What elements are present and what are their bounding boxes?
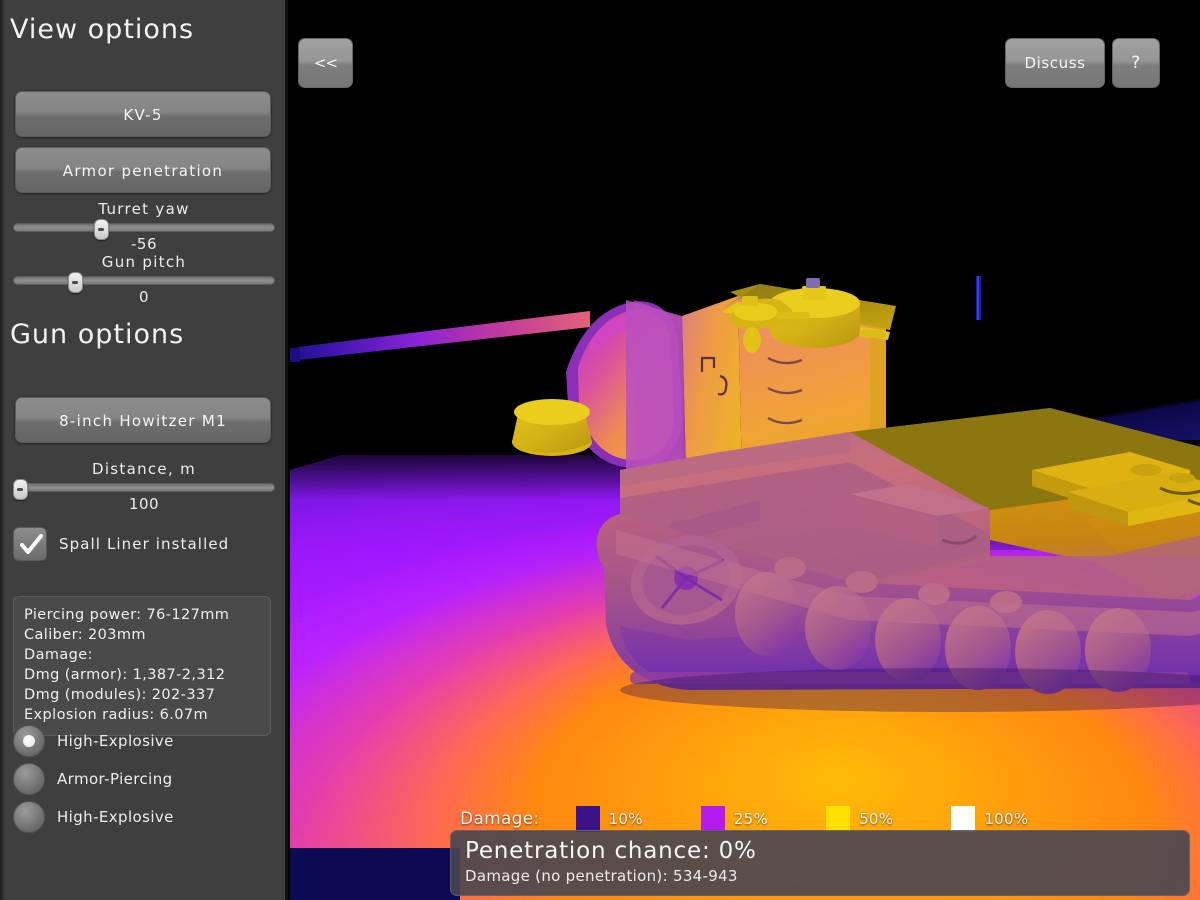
radio-armor-piercing[interactable] (13, 763, 45, 795)
distance-label: Distance, m (91, 460, 197, 478)
legend-item: 25% (700, 806, 816, 832)
legend-label-10: 10% (608, 810, 643, 828)
info-dmg-armor: Dmg (armor): 1,387-2,312 (24, 667, 226, 683)
damage-legend: Damage: 10% 25% 50% 100% (460, 805, 1038, 833)
info-piercing-power: Piercing power: 76-127mm (24, 607, 230, 623)
turret-yaw-knob[interactable] (93, 219, 109, 240)
shell-type-option-he1[interactable]: High-Explosive (13, 725, 174, 757)
radio-high-explosive-1[interactable] (13, 725, 45, 757)
check-icon (20, 534, 43, 554)
legend-item: 10% (575, 806, 691, 832)
shell-type-option-ap[interactable]: Armor-Piercing (13, 763, 173, 795)
help-button[interactable]: ? (1112, 38, 1160, 88)
legend-label-100: 100% (984, 810, 1029, 828)
gun-pitch-label: Gun pitch (101, 253, 187, 271)
legend-swatch-25 (700, 806, 725, 832)
gun-options-title: Gun options (10, 319, 185, 350)
radio-high-explosive-2[interactable] (13, 801, 45, 833)
gun-info-box: Piercing power: 76-127mm Caliber: 203mm … (13, 596, 271, 736)
info-explosion-radius: Explosion radius: 6.07m (24, 707, 209, 723)
shell-type-option-he2[interactable]: High-Explosive (13, 801, 174, 833)
distance-value: 100 (128, 495, 160, 513)
tank-model-kv5[interactable] (290, 0, 1200, 900)
legend-label-25: 25% (733, 810, 769, 828)
radio-label-he-1: High-Explosive (57, 732, 174, 750)
spall-liner-checkbox[interactable] (13, 527, 47, 561)
hull-mg-turret (512, 399, 592, 456)
options-sidebar: View options KV-5 Armor penetration Turr… (0, 0, 288, 900)
damage-no-penetration-text: Damage (no penetration): 534-943 (465, 867, 738, 885)
3d-viewport[interactable] (290, 0, 1200, 900)
back-button[interactable]: << (298, 38, 353, 88)
distance-slider[interactable] (13, 479, 275, 500)
spall-liner-label: Spall Liner installed (59, 535, 230, 553)
info-caliber: Caliber: 203mm (24, 627, 146, 643)
info-dmg-modules: Dmg (modules): 202-337 (24, 687, 216, 703)
result-panel: Penetration chance: 0% Damage (no penetr… (450, 830, 1190, 896)
turret-yaw-label: Turret yaw (98, 200, 190, 218)
legend-title: Damage: (460, 809, 540, 829)
navy-corner-block (290, 848, 460, 900)
radio-label-he-2: High-Explosive (57, 808, 174, 826)
view-options-title: View options (10, 14, 195, 45)
mode-select-button[interactable]: Armor penetration (15, 147, 271, 193)
turret-yaw-control: Turret yaw -56 (13, 200, 275, 253)
legend-swatch-100 (951, 806, 976, 832)
gun-barrel (290, 311, 590, 362)
radio-antenna (976, 276, 981, 320)
info-damage-header: Damage: (24, 647, 93, 663)
legend-label-50: 50% (859, 810, 894, 828)
discuss-button[interactable]: Discuss (1005, 38, 1105, 88)
turret-yaw-slider[interactable] (13, 219, 275, 240)
gun-pitch-control: Gun pitch 0 (13, 253, 275, 306)
legend-item: 100% (951, 806, 1028, 832)
distance-knob[interactable] (13, 479, 29, 500)
gun-select-button[interactable]: 8-inch Howitzer M1 (15, 397, 271, 443)
distance-control: Distance, m 100 (13, 460, 275, 513)
gun-pitch-knob[interactable] (67, 272, 83, 293)
penetration-chance-text: Penetration chance: 0% (465, 838, 757, 864)
legend-swatch-10 (575, 806, 600, 832)
legend-swatch-50 (826, 806, 851, 832)
gun-pitch-value: 0 (138, 288, 150, 306)
spall-liner-row[interactable]: Spall Liner installed (13, 527, 229, 561)
legend-item: 50% (826, 806, 941, 832)
gun-pitch-slider[interactable] (13, 272, 275, 293)
radio-label-ap: Armor-Piercing (57, 770, 173, 788)
app-root: << Discuss ? Damage: 10% 25% 50% 100% Pe… (0, 0, 1200, 900)
turret-yaw-value: -56 (131, 235, 157, 253)
tank-select-button[interactable]: KV-5 (15, 91, 271, 137)
